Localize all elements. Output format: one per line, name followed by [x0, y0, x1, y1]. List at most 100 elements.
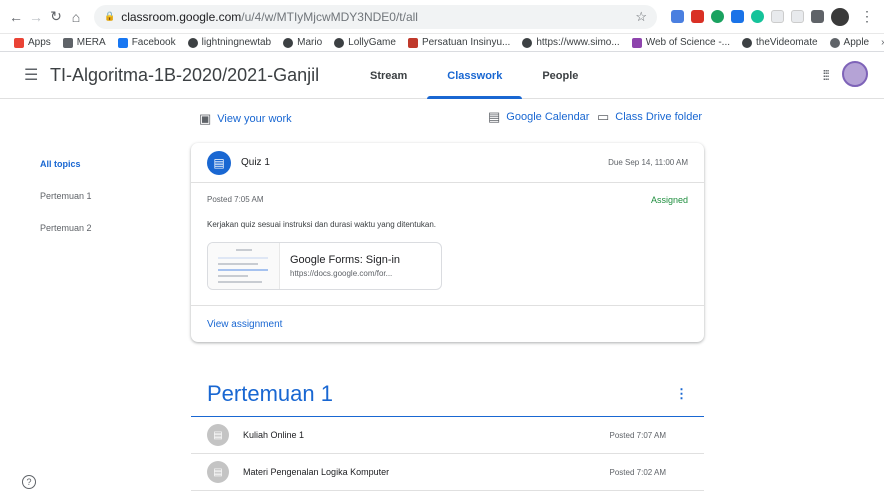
view-your-work-button[interactable]: ▣ View your work: [199, 111, 292, 127]
globe-icon: [742, 37, 752, 48]
tab-people[interactable]: People: [522, 52, 598, 99]
bookmark-persatuan[interactable]: Persatuan Insinyu...: [407, 37, 511, 48]
bookmark-lollygame[interactable]: LollyGame: [334, 37, 396, 48]
extension-icon[interactable]: [671, 10, 684, 23]
bookmark-thevideomate[interactable]: theVideomate: [742, 37, 818, 48]
extension-icon[interactable]: [791, 10, 804, 23]
bookmark-label: https://www.simo...: [536, 37, 620, 48]
extension-icon[interactable]: [751, 10, 764, 23]
quiz-assignment-icon: ▤: [207, 150, 231, 175]
class-drive-folder-button[interactable]: ▭ Class Drive folder: [597, 109, 702, 125]
folder-icon: [62, 37, 73, 48]
google-calendar-button[interactable]: ▤ Google Calendar: [488, 109, 589, 125]
quiz-due-date: Due Sep 14, 11:00 AM: [608, 158, 688, 167]
attachment-url: https://docs.google.com/for...: [290, 269, 393, 278]
classroom-header: ☰ TI-Algoritma-1B-2020/2021-Ganjil Strea…: [0, 52, 884, 99]
globe-icon: [522, 37, 533, 48]
bookmark-facebook[interactable]: Facebook: [117, 37, 176, 48]
list-item-title: Materi Pengenalan Logika Komputer: [243, 467, 390, 477]
topics-nav: All topics Pertemuan 1 Pertemuan 2: [40, 157, 92, 253]
attachment-title: Google Forms: Sign-in: [290, 254, 401, 266]
bookmark-label: Persatuan Insinyu...: [421, 37, 511, 48]
bookmark-label: theVideomate: [756, 37, 818, 48]
bookmark-label: Web of Science -...: [645, 37, 730, 48]
google-calendar-label: Google Calendar: [506, 111, 590, 123]
apps-grid-icon: [14, 37, 24, 48]
bookmark-label: LollyGame: [348, 37, 396, 48]
form-thumbnail: [208, 243, 280, 289]
reload-icon[interactable]: ↻: [46, 7, 66, 27]
site-icon: [407, 37, 418, 48]
section-title: Pertemuan 1 ⋮: [191, 371, 704, 417]
topic-pertemuan-1[interactable]: Pertemuan 1: [40, 189, 92, 221]
folder-icon: ▭: [597, 109, 610, 124]
status-badge: Assigned: [650, 195, 688, 205]
menu-icon[interactable]: ☰: [0, 65, 40, 85]
list-item[interactable]: ▤ Materi Pengenalan Logika Komputer Post…: [191, 454, 704, 491]
browser-menu-icon[interactable]: ⋮: [856, 8, 878, 25]
bookmark-apps[interactable]: Apps: [14, 37, 51, 48]
topic-all[interactable]: All topics: [40, 157, 92, 189]
section-title-text: Pertemuan 1: [207, 380, 333, 406]
facebook-icon: [117, 37, 128, 48]
section-more-icon[interactable]: ⋮: [675, 386, 688, 402]
bookmark-label: lightningnewtab: [201, 37, 272, 48]
extension-icon[interactable]: [711, 10, 724, 23]
home-icon[interactable]: ⌂: [66, 7, 86, 27]
quiz-instructions: Kerjakan quiz sesuai instruksi dan duras…: [207, 220, 437, 229]
bookmark-lightningnewtab[interactable]: lightningnewtab: [187, 37, 272, 48]
forward-icon[interactable]: →: [26, 7, 46, 27]
list-item-posted: Posted 7:02 AM: [609, 467, 666, 477]
browser-toolbar: ← → ↻ ⌂ 🔒 classroom.google.com/u/4/w/MTI…: [0, 0, 884, 34]
back-icon[interactable]: ←: [6, 7, 26, 27]
attachment-card[interactable]: Google Forms: Sign-in https://docs.googl…: [207, 242, 442, 290]
globe-icon: [283, 37, 294, 48]
bookmark-label: Facebook: [131, 37, 176, 48]
bookmark-mera[interactable]: MERA: [62, 37, 106, 48]
quiz-card-header[interactable]: ▤ Quiz 1 Due Sep 14, 11:00 AM: [191, 143, 704, 183]
bookmark-label: Mario: [297, 37, 323, 48]
extension-icon[interactable]: [691, 10, 704, 23]
classwork-main: ▣ View your work ▤ Google Calendar ▭ Cla…: [0, 99, 884, 495]
topic-section-pertemuan-1: Pertemuan 1 ⋮ ▤ Kuliah Online 1 Posted 7…: [191, 371, 704, 491]
puzzle-icon[interactable]: [811, 10, 824, 23]
bookmark-web-of-science[interactable]: Web of Science -...: [631, 37, 730, 48]
bookmark-label: Apps: [28, 37, 51, 48]
help-icon[interactable]: ?: [22, 475, 36, 489]
bookmark-apple[interactable]: Apple: [829, 37, 870, 48]
profile-avatar[interactable]: [831, 7, 849, 26]
calendar-icon: ▤: [488, 109, 501, 124]
class-tabs: Stream Classwork People: [350, 52, 598, 99]
quiz-title: Quiz 1: [241, 157, 270, 168]
bookmark-label: MERA: [76, 37, 106, 48]
apple-icon: [829, 37, 840, 48]
extension-icon[interactable]: [731, 10, 744, 23]
list-item[interactable]: ▤ Kuliah Online 1 Posted 7:07 AM: [191, 417, 704, 454]
assignment-ind-icon: ▣: [199, 111, 212, 126]
google-apps-icon[interactable]: ⁞⁞⁞: [822, 67, 830, 83]
tab-stream[interactable]: Stream: [350, 52, 427, 99]
globe-icon: [334, 37, 345, 48]
url-path: /u/4/w/MTIyMjcwMDY3NDE0/t/all: [241, 9, 418, 24]
class-title[interactable]: TI-Algoritma-1B-2020/2021-Ganjil: [50, 65, 319, 86]
site-icon: [631, 37, 642, 48]
user-avatar[interactable]: [842, 61, 868, 87]
globe-icon: [187, 37, 198, 48]
view-assignment-link[interactable]: View assignment: [191, 305, 704, 342]
list-item-title: Kuliah Online 1: [243, 430, 305, 440]
quiz-card: ▤ Quiz 1 Due Sep 14, 11:00 AM Posted 7:0…: [191, 143, 704, 342]
extension-icon[interactable]: [771, 10, 784, 23]
tab-classwork[interactable]: Classwork: [427, 52, 523, 99]
lock-icon: 🔒: [104, 11, 116, 21]
bookmark-label: Apple: [843, 37, 870, 48]
material-icon: ▤: [207, 461, 229, 483]
class-drive-folder-label: Class Drive folder: [615, 111, 703, 123]
bookmarks-bar: Apps MERA Facebook lightningnewtab Mario…: [0, 34, 884, 52]
bookmark-star-icon[interactable]: ☆: [635, 9, 647, 25]
quiz-card-body: Posted 7:05 AM Assigned Kerjakan quiz se…: [191, 183, 704, 290]
topic-pertemuan-2[interactable]: Pertemuan 2: [40, 221, 92, 253]
address-bar[interactable]: 🔒 classroom.google.com/u/4/w/MTIyMjcwMDY…: [94, 4, 657, 29]
bookmark-mario[interactable]: Mario: [283, 37, 322, 48]
bookmark-simo[interactable]: https://www.simo...: [522, 37, 620, 48]
material-icon: ▤: [207, 424, 229, 446]
